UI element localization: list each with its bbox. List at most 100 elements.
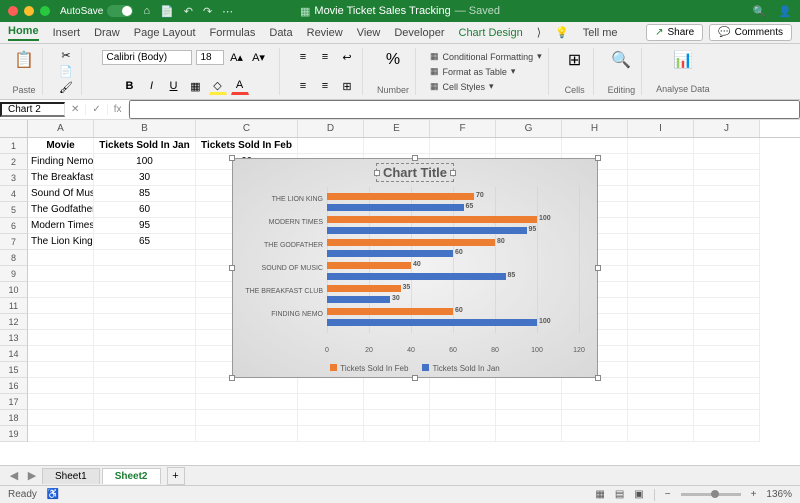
cell[interactable] — [28, 362, 94, 378]
cell[interactable] — [94, 282, 196, 298]
sheet-tab-1[interactable]: Sheet1 — [42, 468, 100, 484]
cell[interactable] — [694, 378, 760, 394]
cell[interactable]: Finding Nemo — [28, 154, 94, 170]
row-head[interactable]: 5 — [0, 202, 28, 218]
cell[interactable]: 100 — [94, 154, 196, 170]
cell[interactable] — [28, 346, 94, 362]
row-head[interactable]: 2 — [0, 154, 28, 170]
underline-button[interactable]: U — [165, 77, 183, 95]
cell[interactable] — [694, 330, 760, 346]
cell[interactable] — [694, 410, 760, 426]
decrease-font-icon[interactable]: A▾ — [250, 48, 268, 66]
editing-icon[interactable]: 🔍 — [609, 48, 633, 72]
fx-cancel-icon[interactable]: ✕ — [65, 104, 86, 115]
tab-home[interactable]: Home — [8, 25, 39, 41]
col-f[interactable]: F — [430, 120, 496, 137]
autosave-toggle[interactable]: AutoSave — [60, 5, 133, 17]
row-head[interactable]: 11 — [0, 298, 28, 314]
cell[interactable] — [694, 138, 760, 154]
cell[interactable] — [94, 314, 196, 330]
cell[interactable] — [562, 138, 628, 154]
cell[interactable]: Sound Of Music — [28, 186, 94, 202]
cell[interactable] — [298, 410, 364, 426]
search-icon[interactable]: 🔍 — [753, 5, 767, 18]
zoom-out-icon[interactable]: − — [665, 489, 671, 500]
sheet-tab-2[interactable]: Sheet2 — [102, 468, 161, 484]
cell[interactable] — [628, 154, 694, 170]
cell[interactable] — [430, 426, 496, 442]
row-head[interactable]: 13 — [0, 330, 28, 346]
zoom-slider[interactable] — [681, 493, 741, 496]
cell[interactable] — [28, 314, 94, 330]
cell[interactable] — [28, 298, 94, 314]
cell[interactable] — [28, 394, 94, 410]
row-head[interactable]: 9 — [0, 266, 28, 282]
cell[interactable] — [94, 410, 196, 426]
tab-more[interactable]: ⟩ — [537, 26, 541, 39]
wrap-text-icon[interactable]: ↩ — [338, 48, 356, 66]
percent-icon[interactable]: % — [381, 48, 405, 72]
fx-label[interactable]: fx — [108, 104, 129, 115]
cell[interactable] — [298, 138, 364, 154]
cell[interactable] — [628, 362, 694, 378]
zoom-in-icon[interactable]: + — [751, 489, 757, 500]
cell[interactable] — [364, 138, 430, 154]
cell[interactable] — [94, 330, 196, 346]
chart-legend[interactable]: Tickets Sold In Feb Tickets Sold In Jan — [233, 364, 597, 373]
cell[interactable]: 30 — [94, 170, 196, 186]
chart-bar-pair[interactable]: 60100 — [327, 308, 577, 326]
cell[interactable] — [628, 330, 694, 346]
cell[interactable] — [94, 378, 196, 394]
tellme-icon[interactable]: 💡 — [555, 26, 569, 39]
format-painter-icon[interactable]: 🖌 — [57, 79, 75, 95]
cell[interactable] — [28, 250, 94, 266]
cell[interactable] — [28, 426, 94, 442]
cell[interactable] — [628, 138, 694, 154]
row-head[interactable]: 3 — [0, 170, 28, 186]
tab-tellme[interactable]: Tell me — [583, 27, 618, 39]
cell[interactable] — [628, 186, 694, 202]
cell[interactable] — [694, 282, 760, 298]
cell[interactable] — [562, 394, 628, 410]
fx-confirm-icon[interactable]: ✓ — [86, 104, 107, 115]
col-h[interactable]: H — [562, 120, 628, 137]
cell[interactable] — [430, 138, 496, 154]
cell[interactable]: The Lion King — [28, 234, 94, 250]
tab-review[interactable]: Review — [307, 27, 343, 39]
user-icon[interactable]: 👤 — [778, 5, 792, 18]
cell[interactable]: The Godfather — [28, 202, 94, 218]
minimize-window[interactable] — [24, 6, 34, 16]
comments-button[interactable]: 💬Comments — [709, 24, 792, 41]
cell[interactable] — [628, 202, 694, 218]
cell[interactable] — [298, 378, 364, 394]
cell[interactable] — [298, 426, 364, 442]
chart-bar-pair[interactable]: 8060 — [327, 239, 577, 257]
accessibility-icon[interactable]: ♿ — [47, 489, 59, 500]
cell[interactable] — [628, 282, 694, 298]
cell[interactable]: Tickets Sold In Jan — [94, 138, 196, 154]
cell[interactable] — [196, 410, 298, 426]
sheet-next-icon[interactable]: ▶ — [24, 469, 40, 482]
view-page-icon[interactable]: ▤ — [615, 489, 624, 500]
cell[interactable] — [628, 426, 694, 442]
undo-icon[interactable]: ↶ — [184, 5, 193, 18]
col-a[interactable]: A — [28, 120, 94, 137]
cell[interactable] — [196, 378, 298, 394]
conditional-formatting[interactable]: ▦Conditional Formatting ▾ — [430, 50, 542, 63]
cell[interactable] — [298, 394, 364, 410]
row-head[interactable]: 10 — [0, 282, 28, 298]
chart-bar-pair[interactable]: 4085 — [327, 262, 577, 280]
cell[interactable] — [364, 378, 430, 394]
cell[interactable] — [694, 170, 760, 186]
row-head[interactable]: 8 — [0, 250, 28, 266]
share-button[interactable]: ↗Share — [646, 24, 703, 41]
cell[interactable] — [94, 298, 196, 314]
row-head[interactable]: 6 — [0, 218, 28, 234]
chart-bar-pair[interactable]: 10095 — [327, 216, 577, 234]
align-center-icon[interactable]: ≡ — [316, 77, 334, 95]
analyse-icon[interactable]: 📊 — [671, 48, 695, 72]
col-d[interactable]: D — [298, 120, 364, 137]
italic-button[interactable]: I — [143, 77, 161, 95]
cell[interactable]: 95 — [94, 218, 196, 234]
cell[interactable] — [196, 426, 298, 442]
